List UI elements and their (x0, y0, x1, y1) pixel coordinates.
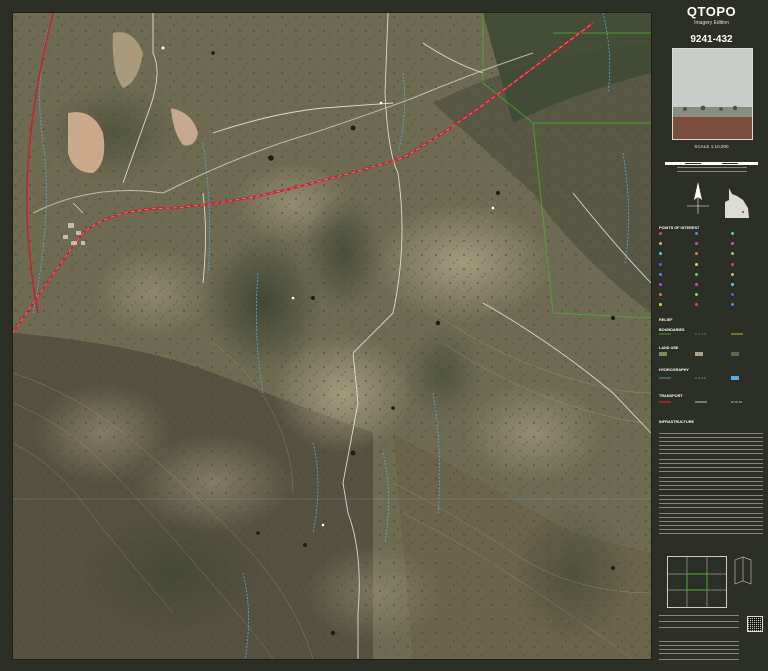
text-block (659, 488, 763, 491)
qr-code-icon[interactable] (747, 616, 763, 632)
camera-icon (672, 48, 753, 140)
text-block (659, 516, 763, 519)
text-block (659, 436, 763, 439)
text-block (659, 640, 739, 643)
text-block (659, 520, 763, 523)
text-block (659, 480, 763, 483)
text-block (659, 470, 763, 473)
text-block (659, 528, 763, 531)
text-block (677, 166, 747, 169)
text-block (659, 502, 763, 505)
text-block (659, 644, 739, 647)
text-block (659, 432, 763, 435)
map-canvas[interactable] (13, 13, 651, 659)
text-block (659, 506, 763, 509)
north-arrow-icon (687, 182, 709, 214)
text-block (659, 466, 763, 469)
text-block (659, 494, 763, 497)
map-imagery[interactable] (12, 12, 652, 660)
text-block (659, 532, 763, 535)
text-block (659, 498, 763, 501)
text-block (659, 452, 763, 455)
text-block (659, 614, 739, 617)
text-block (659, 652, 739, 655)
text-block (677, 170, 747, 173)
sheet-number: 9241-432 (690, 34, 733, 45)
text-block (659, 440, 763, 443)
line-legend (659, 333, 743, 403)
legend-panel: QTOPO Imagery Edition 9241-432 SCALE 1:1… (655, 0, 768, 671)
text-block (659, 484, 763, 487)
text-block (659, 458, 763, 461)
text-block (659, 444, 763, 447)
text-block (659, 648, 739, 651)
text-block (659, 462, 763, 465)
text-block (659, 658, 739, 661)
text-block (659, 476, 763, 479)
queensland-locator-icon (725, 188, 749, 218)
text-block (659, 620, 739, 623)
poi-legend (659, 232, 765, 312)
text-block (659, 448, 763, 451)
edition-label: Imagery Edition (694, 20, 729, 26)
tree-speckle (13, 13, 651, 659)
adjoining-sheets-index[interactable] (667, 556, 727, 608)
map-sheet: QTOPO Imagery Edition 9241-432 SCALE 1:1… (0, 0, 768, 671)
text-block (659, 524, 763, 527)
brand-title: QTOPO (686, 4, 737, 19)
text-block (659, 626, 739, 629)
scale-label: SCALE 1:10,000 (694, 144, 729, 149)
legend-heading-poi: POINTS OF INTEREST (659, 226, 700, 230)
page-layout-icon (734, 556, 752, 585)
text-block (659, 512, 763, 515)
scale-bar (665, 152, 758, 165)
